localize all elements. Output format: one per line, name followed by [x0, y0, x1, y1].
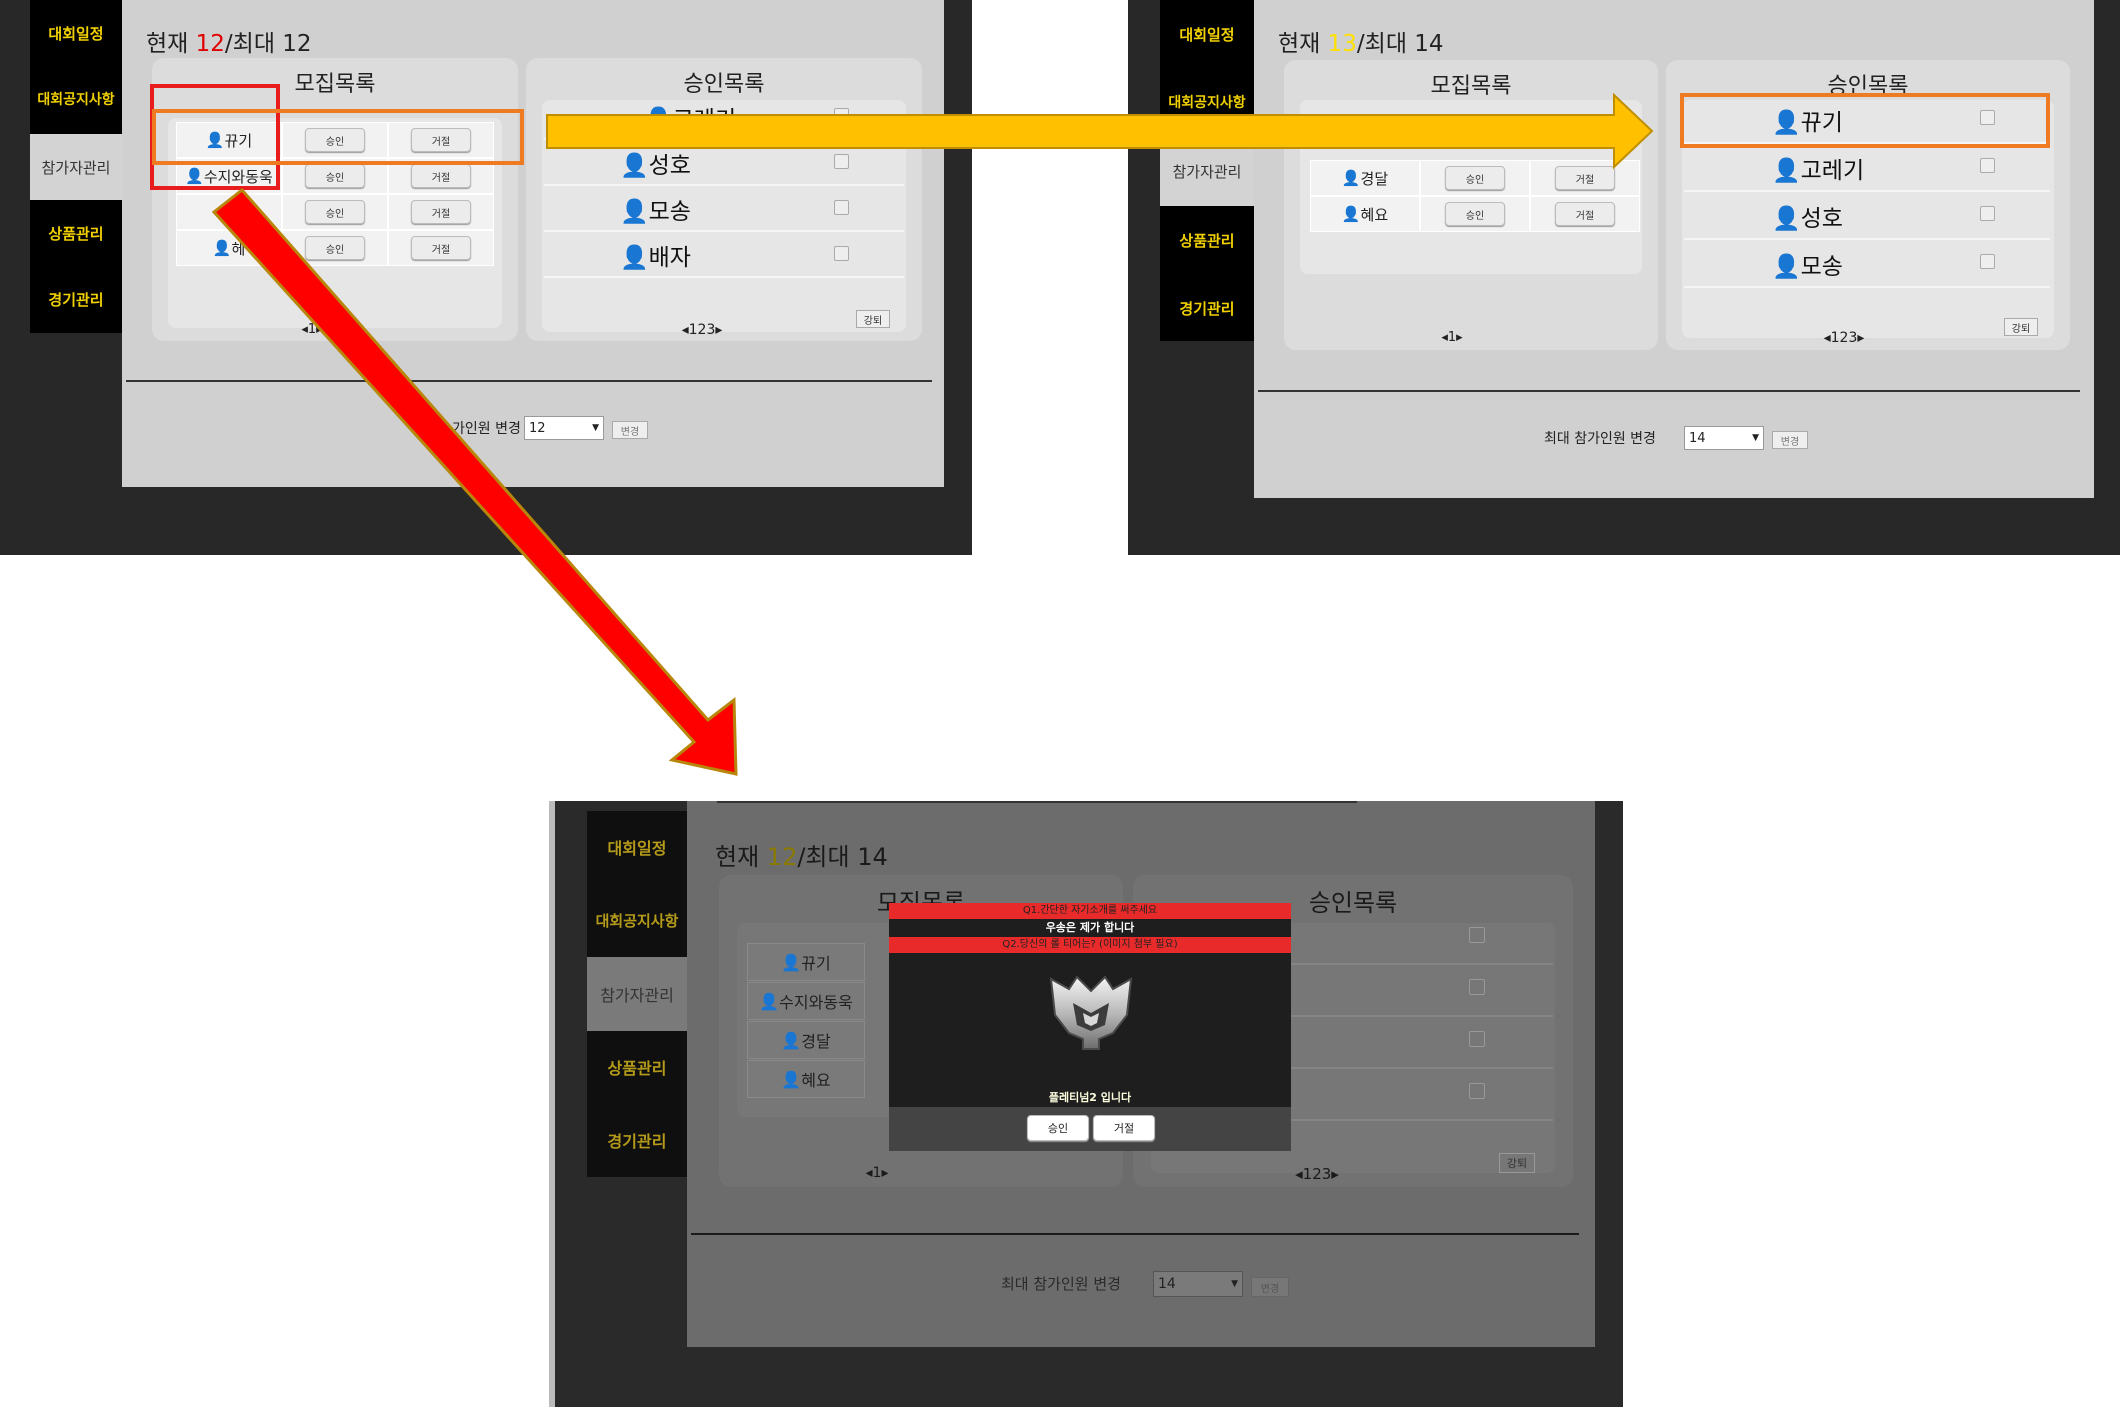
red-arrow — [211, 187, 738, 776]
orange-highlight-box-right — [1680, 93, 2050, 148]
orange-highlight-box — [152, 109, 524, 165]
annotation-overlay — [150, 84, 2050, 776]
yellow-arrow — [546, 92, 1654, 170]
red-highlight-box — [150, 84, 280, 190]
